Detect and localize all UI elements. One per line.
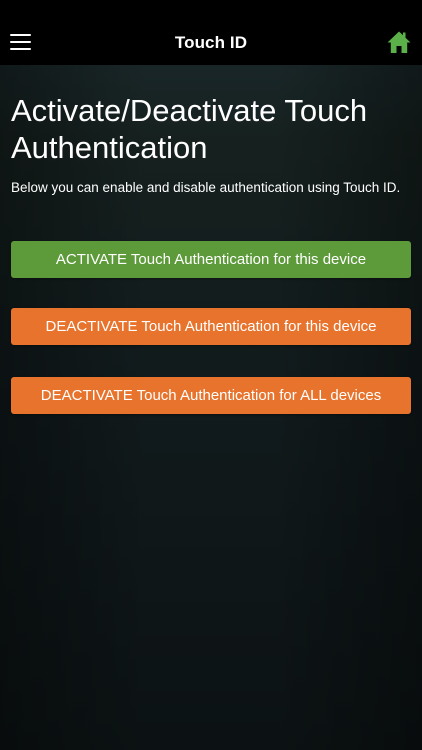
home-icon-graphic: [387, 31, 411, 53]
page-description: Below you can enable and disable authent…: [11, 180, 401, 195]
touch-id-screen: Touch ID Activate/Deactivate Touch Authe…: [0, 0, 422, 750]
nav-title: Touch ID: [174, 33, 248, 52]
activate-this-device-button[interactable]: ACTIVATE Touch Authentication for this d…: [11, 241, 411, 278]
navbar: Touch ID: [0, 0, 422, 65]
home-icon[interactable]: [386, 30, 412, 54]
page-title: Activate/Deactivate Touch Authentication: [11, 93, 368, 165]
deactivate-this-device-button[interactable]: DEACTIVATE Touch Authentication for this…: [11, 308, 411, 345]
deactivate-all-devices-button[interactable]: DEACTIVATE Touch Authentication for ALL …: [11, 377, 411, 414]
